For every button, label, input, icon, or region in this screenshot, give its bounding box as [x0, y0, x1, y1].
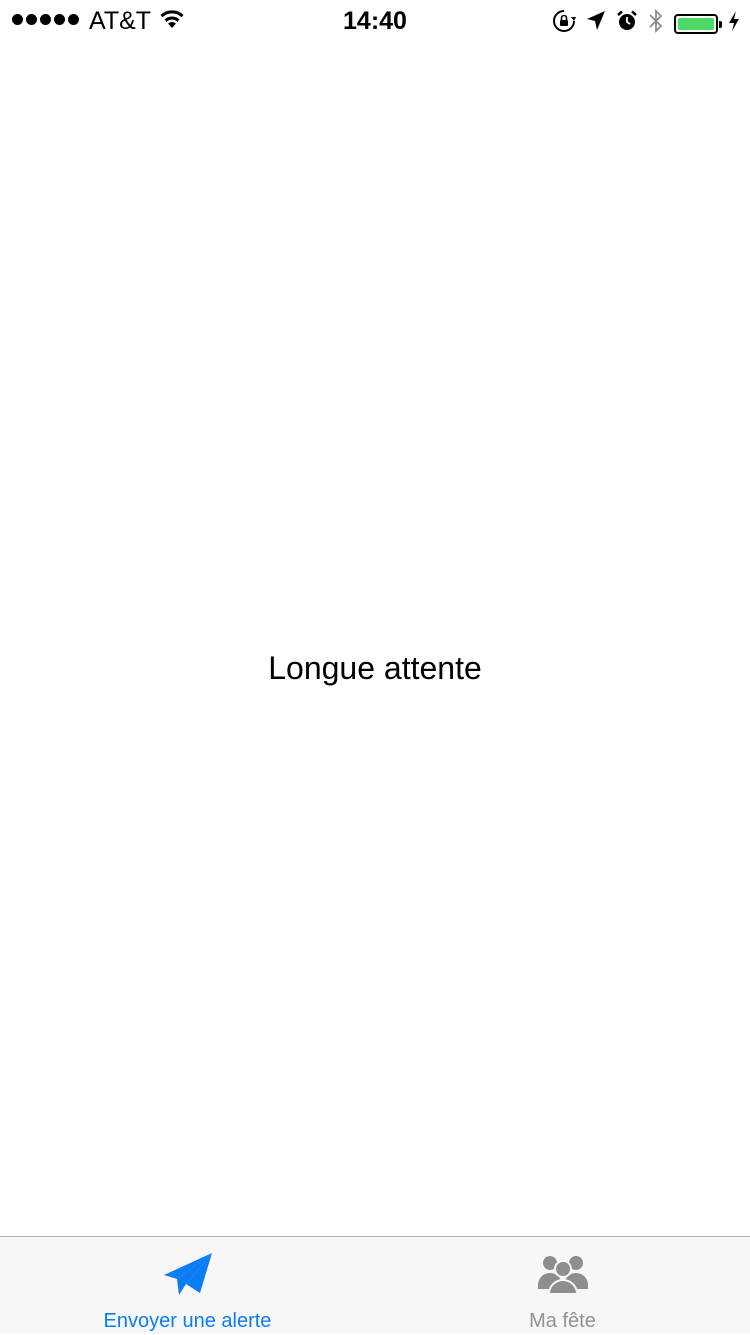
waiting-status-text: Longue attente: [268, 650, 482, 686]
charging-bolt-icon: [728, 10, 740, 37]
paper-plane-icon: [0, 1251, 375, 1301]
battery-icon: [674, 13, 722, 34]
tab-my-party[interactable]: Ma fête: [375, 1237, 750, 1335]
alarm-icon: [616, 10, 638, 37]
tab-send-alert[interactable]: Envoyer une alerte: [0, 1237, 375, 1335]
tab-bar: Envoyer une alerte Ma fête: [0, 1236, 750, 1334]
status-icons: [552, 8, 740, 39]
tab-send-alert-label: Envoyer une alerte: [103, 1310, 272, 1332]
bluetooth-icon: [648, 8, 664, 39]
orientation-lock-icon: [552, 9, 576, 38]
tab-my-party-label: Ma fête: [529, 1310, 596, 1332]
group-icon: [375, 1251, 750, 1301]
battery-fill: [678, 17, 714, 30]
status-bar: AT&T 14:40: [0, 0, 750, 40]
location-arrow-icon: [586, 10, 606, 37]
